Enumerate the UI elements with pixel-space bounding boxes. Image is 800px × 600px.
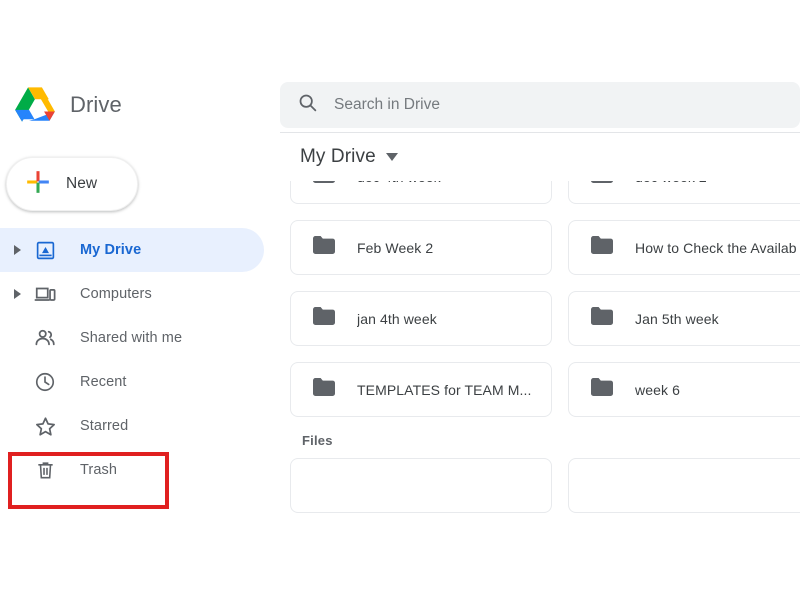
sidebar-item-my-drive[interactable]: My Drive — [0, 228, 264, 272]
folder-card[interactable]: TEMPLATES for TEAM M... — [290, 362, 552, 417]
breadcrumb[interactable]: My Drive — [280, 133, 800, 181]
file-card[interactable] — [290, 458, 552, 513]
caret-placeholder — [8, 417, 26, 435]
folder-icon — [313, 378, 335, 401]
caret-placeholder — [8, 461, 26, 479]
search-wrapper — [280, 78, 800, 132]
files-grid — [280, 458, 800, 513]
new-button-label: New — [66, 175, 98, 192]
shared-with-me-icon — [32, 325, 58, 351]
file-card[interactable] — [568, 458, 800, 513]
sidebar-nav-list: My Drive Computers Shared with me Recent… — [0, 228, 280, 492]
page-title: My Drive — [300, 146, 376, 167]
folder-name: Feb Week 2 — [357, 239, 434, 256]
main-content: My Drive dec 4th week dec week 2 — [280, 133, 800, 600]
folder-name: TEMPLATES for TEAM M... — [357, 381, 532, 398]
sidebar-item-label: Shared with me — [80, 330, 183, 346]
folder-icon — [591, 378, 613, 401]
search-icon — [297, 92, 318, 118]
folder-card[interactable]: jan 4th week — [290, 291, 552, 346]
plus-icon — [25, 169, 51, 200]
google-drive-logo-icon — [14, 86, 56, 124]
sidebar-item-label: Trash — [80, 462, 118, 478]
folder-name: How to Check the Availab — [635, 239, 797, 256]
top-bar: Drive — [0, 78, 800, 132]
folder-name: jan 4th week — [357, 310, 437, 327]
app-title: Drive — [70, 92, 122, 117]
sidebar-item-shared-with-me[interactable]: Shared with me — [0, 316, 264, 360]
folder-icon — [591, 236, 613, 259]
search-input[interactable] — [334, 83, 799, 127]
my-drive-icon — [32, 237, 58, 263]
sidebar-item-label: Starred — [80, 418, 129, 434]
folder-icon — [313, 307, 335, 330]
folder-icon — [313, 236, 335, 259]
google-drive-window: Drive Search in Drive New My Drive Compu… — [0, 0, 800, 600]
folder-card[interactable]: Jan 5th week — [568, 291, 800, 346]
expand-caret-icon[interactable] — [8, 285, 26, 303]
folder-card[interactable]: dec week 2 — [568, 181, 800, 204]
folder-card[interactable]: week 6 — [568, 362, 800, 417]
folder-icon — [591, 181, 613, 188]
expand-caret-icon[interactable] — [8, 241, 26, 259]
folder-name: dec 4th week — [357, 181, 441, 185]
folder-name: week 6 — [635, 381, 680, 398]
sidebar-item-starred[interactable]: Starred — [0, 404, 264, 448]
folder-card[interactable]: How to Check the Availab — [568, 220, 800, 275]
caret-placeholder — [8, 329, 26, 347]
sidebar-item-label: My Drive — [80, 242, 142, 258]
brand-area: Drive — [0, 78, 280, 132]
files-scroll-area[interactable]: dec 4th week dec week 2 Feb Week 2 — [280, 181, 800, 600]
folder-name: Jan 5th week — [635, 310, 719, 327]
folder-card[interactable]: dec 4th week — [290, 181, 552, 204]
trash-icon — [32, 457, 58, 483]
sidebar-item-trash[interactable]: Trash — [0, 448, 264, 492]
chevron-down-icon[interactable] — [385, 148, 398, 166]
folder-icon — [591, 307, 613, 330]
computers-icon — [32, 281, 58, 307]
new-button[interactable]: New — [6, 157, 138, 211]
star-icon — [32, 413, 58, 439]
sidebar: New My Drive Computers Shared with me Re… — [0, 132, 280, 512]
caret-placeholder — [8, 373, 26, 391]
clock-icon — [32, 369, 58, 395]
sidebar-item-recent[interactable]: Recent — [0, 360, 264, 404]
sidebar-item-label: Computers — [80, 286, 152, 302]
files-section-label: Files — [302, 433, 333, 448]
folder-name: dec week 2 — [635, 181, 707, 185]
sidebar-item-computers[interactable]: Computers — [0, 272, 264, 316]
folder-card[interactable]: Feb Week 2 — [290, 220, 552, 275]
folders-grid: dec 4th week dec week 2 Feb Week 2 — [280, 181, 800, 417]
search-bar[interactable] — [280, 82, 800, 128]
sidebar-item-label: Recent — [80, 374, 127, 390]
folder-icon — [313, 181, 335, 188]
